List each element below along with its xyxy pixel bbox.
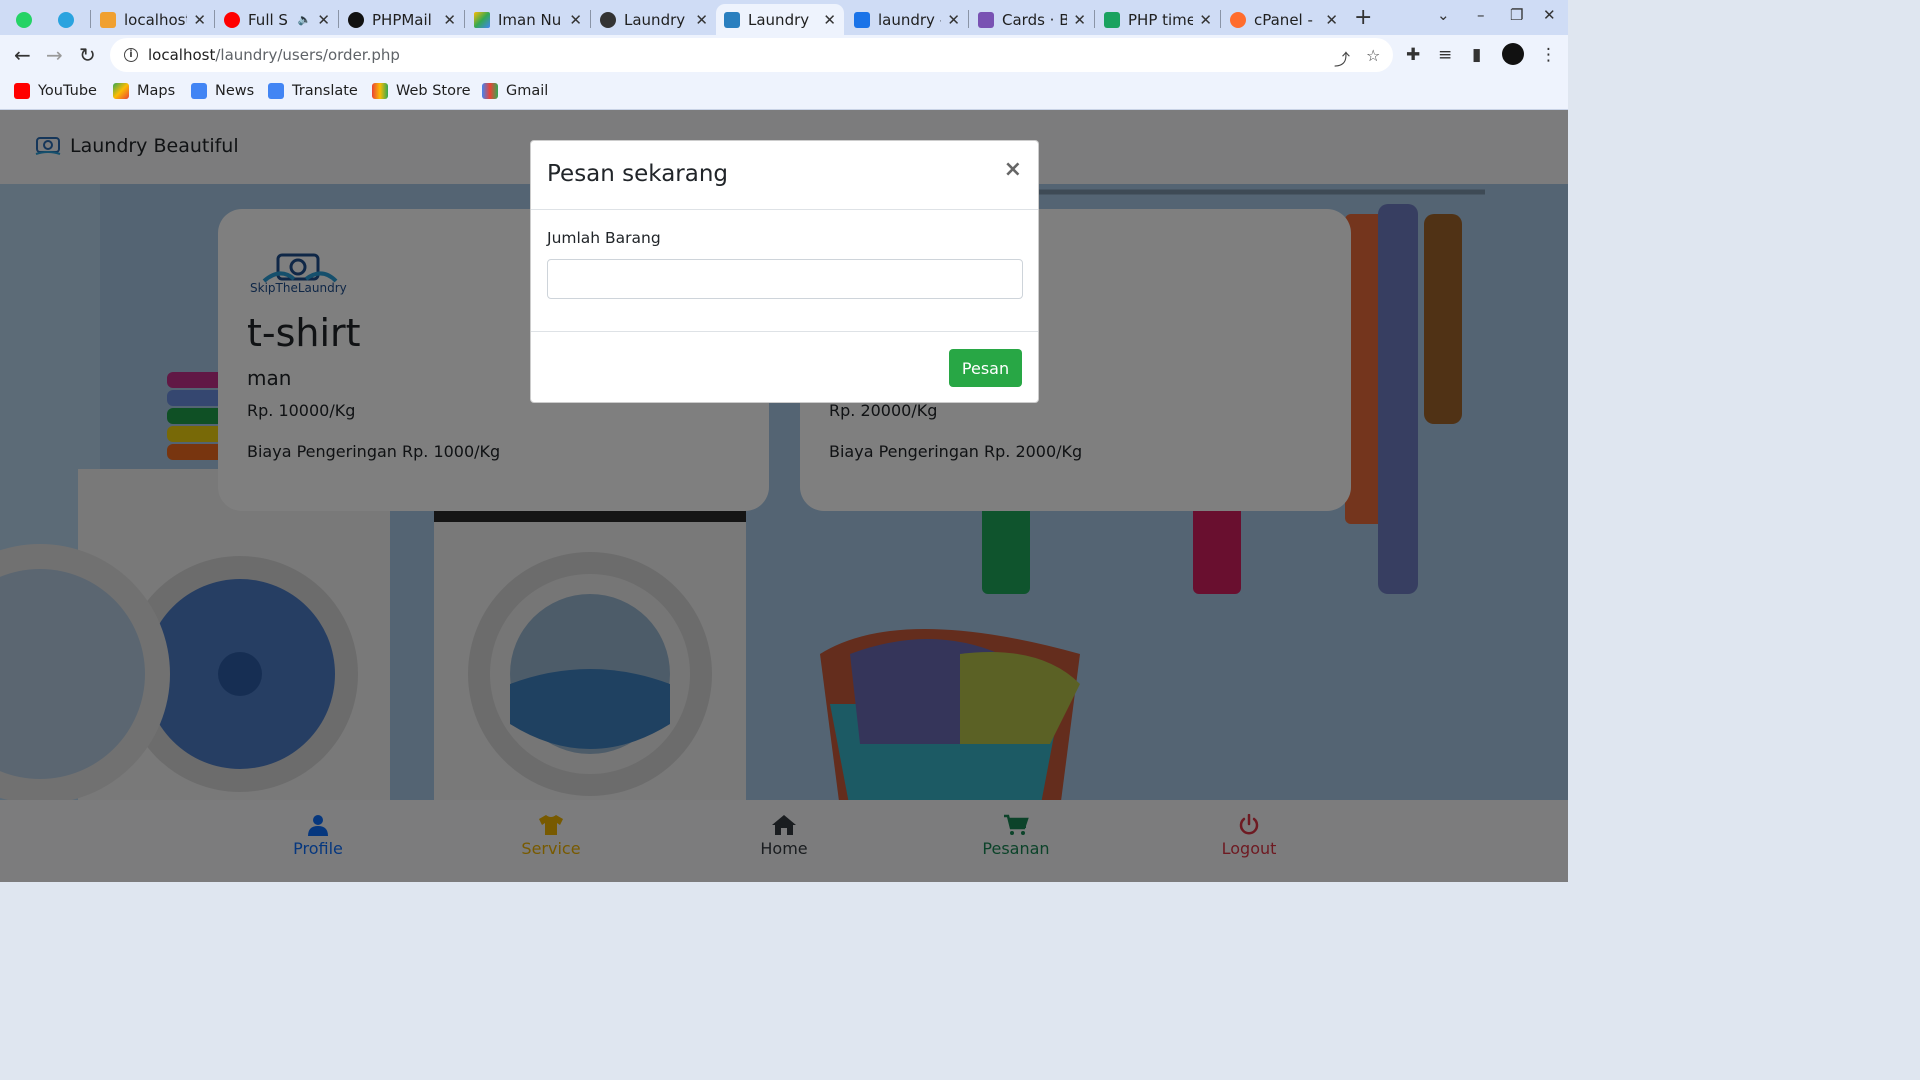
bookmark-translate[interactable]: Translate (268, 83, 358, 99)
quantity-input[interactable] (547, 259, 1023, 299)
tab-php-time[interactable]: PHP time ✕ (1096, 4, 1220, 35)
translate-icon (268, 83, 284, 99)
tab-close-icon[interactable]: ✕ (317, 11, 330, 29)
whatsapp-icon (16, 11, 32, 28)
share-icon (854, 11, 870, 28)
close-icon[interactable]: × (1004, 157, 1022, 182)
browser-toolbar: ← → ↻ i localhost/laundry/users/order.ph… (0, 35, 1568, 75)
profile-avatar[interactable] (1502, 43, 1524, 65)
tab-bootstrap-cards[interactable]: Cards · B ✕ (970, 4, 1094, 35)
google-drive-icon (474, 11, 490, 28)
tab-close-icon[interactable]: ✕ (443, 11, 456, 29)
back-arrow-icon[interactable]: ← (14, 43, 31, 67)
tab-search-chevron-icon[interactable]: ⌄ (1437, 6, 1450, 24)
modal-body: Jumlah Barang (531, 210, 1038, 332)
gmail-icon (482, 83, 498, 99)
extensions-puzzle-icon[interactable]: ✚ (1406, 45, 1420, 65)
bookmark-web-store[interactable]: Web Store (372, 83, 471, 99)
media-queue-icon[interactable]: ≡ (1438, 45, 1452, 65)
tab-laundry-share[interactable]: laundry - ✕ (846, 4, 968, 35)
tab-close-icon[interactable]: ✕ (947, 11, 960, 29)
web-store-icon (372, 83, 388, 99)
bookmark-youtube[interactable]: YouTube (14, 83, 97, 99)
tab-close-icon[interactable]: ✕ (569, 11, 582, 29)
share-page-icon[interactable]: ⤴ (1334, 46, 1350, 70)
tab-strip: localhost ✕ Full S 🔈 ✕ PHPMail ✕ Iman Nu… (0, 0, 1568, 35)
quantity-label: Jumlah Barang (547, 229, 661, 247)
address-bar[interactable]: i localhost/laundry/users/order.php ⤴ ☆ (110, 38, 1393, 72)
order-modal: Pesan sekarang × Jumlah Barang Pesan (530, 140, 1039, 403)
pesan-button[interactable]: Pesan (949, 349, 1022, 387)
tab-close-icon[interactable]: ✕ (1073, 11, 1086, 29)
tab-close-icon[interactable]: ✕ (1325, 11, 1338, 29)
tab-telegram[interactable] (50, 4, 90, 35)
bookmark-star-icon[interactable]: ☆ (1366, 46, 1380, 65)
tab-laundry-1[interactable]: Laundry ✕ (592, 4, 716, 35)
news-icon (191, 83, 207, 99)
tab-close-icon[interactable]: ✕ (193, 11, 206, 29)
restore-icon[interactable]: ❐ (1510, 6, 1523, 24)
laundry-icon (724, 11, 740, 28)
github-icon (348, 11, 364, 28)
modal-title: Pesan sekarang (547, 161, 729, 187)
tab-localhost[interactable]: localhost ✕ (92, 4, 214, 35)
cpanel-icon (1230, 11, 1246, 28)
tab-cpanel[interactable]: cPanel - I ✕ (1222, 4, 1346, 35)
minimize-icon[interactable]: – (1477, 6, 1485, 24)
modal-header: Pesan sekarang × (531, 141, 1038, 210)
tab-phpmailer[interactable]: PHPMail ✕ (340, 4, 464, 35)
bootstrap-icon (978, 11, 994, 28)
tab-google-drive[interactable]: Iman Nu ✕ (466, 4, 590, 35)
tab-laundry-active[interactable]: Laundry ✕ (716, 4, 844, 35)
side-panel-icon[interactable]: ▮ (1472, 45, 1481, 65)
youtube-icon (14, 83, 30, 99)
tab-youtube[interactable]: Full S 🔈 ✕ (216, 4, 338, 35)
close-window-icon[interactable]: ✕ (1543, 6, 1556, 24)
w-icon (1104, 11, 1120, 28)
bookmarks-bar: YouTube Maps News Translate Web Store Gm… (0, 75, 1568, 110)
site-info-icon[interactable]: i (124, 48, 138, 62)
globe-icon (600, 11, 616, 28)
maps-icon (113, 83, 129, 99)
telegram-icon (58, 11, 74, 28)
new-tab-plus-icon[interactable]: + (1354, 5, 1372, 30)
reload-icon[interactable]: ↻ (79, 43, 96, 67)
bookmark-gmail[interactable]: Gmail (482, 83, 548, 99)
tab-close-icon[interactable]: ✕ (1199, 11, 1212, 29)
bookmark-news[interactable]: News (191, 83, 254, 99)
youtube-icon (224, 11, 240, 28)
menu-kebab-icon[interactable]: ⋮ (1540, 45, 1557, 65)
bookmark-maps[interactable]: Maps (113, 83, 175, 99)
tab-whatsapp[interactable] (8, 4, 48, 35)
tab-close-icon[interactable]: ✕ (823, 11, 836, 29)
audio-icon[interactable]: 🔈 (298, 13, 312, 26)
tab-close-icon[interactable]: ✕ (695, 11, 708, 29)
page-viewport: Laundry Beautiful (0, 110, 1568, 882)
forward-arrow-icon[interactable]: → (46, 43, 63, 67)
phpmyadmin-icon (100, 11, 116, 28)
